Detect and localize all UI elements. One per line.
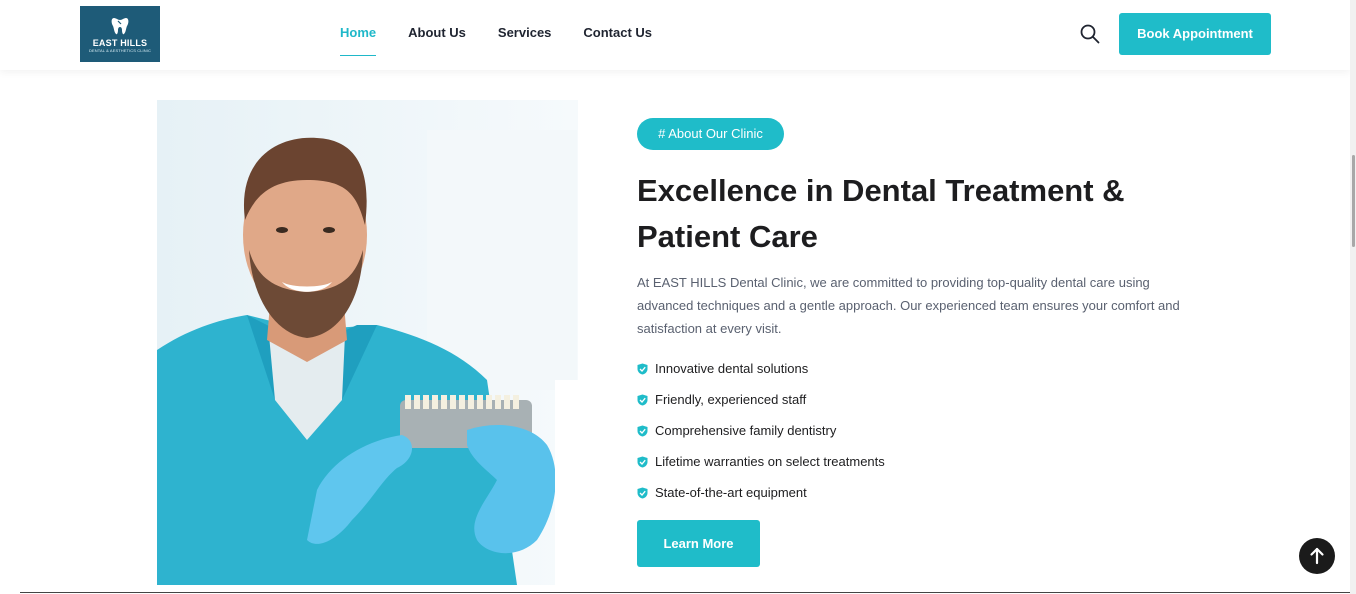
page: EAST HILLS DENTAL & AESTHETICS CLINIC Ho… bbox=[0, 0, 1356, 594]
feature-item: Friendly, experienced staff bbox=[637, 384, 885, 415]
main-nav: Home About Us Services Contact Us bbox=[340, 0, 684, 70]
page-scrollbar[interactable] bbox=[1350, 0, 1356, 594]
logo-subtitle: DENTAL & AESTHETICS CLINIC bbox=[89, 48, 151, 53]
feature-text: State-of-the-art equipment bbox=[655, 485, 807, 500]
nav-services[interactable]: Services bbox=[498, 0, 552, 70]
shield-check-icon bbox=[637, 363, 648, 374]
feature-item: Innovative dental solutions bbox=[637, 353, 885, 384]
dentist-photo bbox=[157, 100, 578, 585]
clinic-logo[interactable]: EAST HILLS DENTAL & AESTHETICS CLINIC bbox=[80, 6, 160, 62]
about-tag-badge: # About Our Clinic bbox=[637, 118, 784, 150]
book-appointment-button[interactable]: Book Appointment bbox=[1119, 13, 1271, 55]
back-to-top-button[interactable] bbox=[1299, 538, 1335, 574]
feature-text: Lifetime warranties on select treatments bbox=[655, 454, 885, 469]
tooth-icon bbox=[111, 18, 129, 35]
feature-item: Comprehensive family dentistry bbox=[637, 415, 885, 446]
nav-contact-us[interactable]: Contact Us bbox=[583, 0, 652, 70]
arrow-up-icon bbox=[1310, 547, 1324, 565]
shield-check-icon bbox=[637, 394, 648, 405]
site-header: EAST HILLS DENTAL & AESTHETICS CLINIC Ho… bbox=[0, 0, 1350, 70]
learn-more-button[interactable]: Learn More bbox=[637, 520, 760, 567]
feature-item: Lifetime warranties on select treatments bbox=[637, 446, 885, 477]
feature-list: Innovative dental solutions Friendly, ex… bbox=[637, 353, 885, 508]
logo-name: EAST HILLS bbox=[92, 38, 148, 48]
shield-check-icon bbox=[637, 425, 648, 436]
feature-text: Innovative dental solutions bbox=[655, 361, 809, 376]
scrollbar-thumb[interactable] bbox=[1352, 155, 1355, 247]
section-description: At EAST HILLS Dental Clinic, we are comm… bbox=[637, 275, 1180, 336]
feature-item: State-of-the-art equipment bbox=[637, 477, 885, 508]
nav-about-us[interactable]: About Us bbox=[408, 0, 466, 70]
shield-check-icon bbox=[637, 456, 648, 467]
shield-check-icon bbox=[637, 487, 648, 498]
feature-text: Friendly, experienced staff bbox=[655, 392, 807, 407]
feature-text: Comprehensive family dentistry bbox=[655, 423, 837, 438]
nav-home[interactable]: Home bbox=[340, 0, 377, 70]
search-icon[interactable] bbox=[1079, 23, 1101, 45]
section-title: Excellence in Dental Treatment & Patient… bbox=[637, 173, 1125, 254]
page-divider bbox=[20, 592, 1350, 593]
